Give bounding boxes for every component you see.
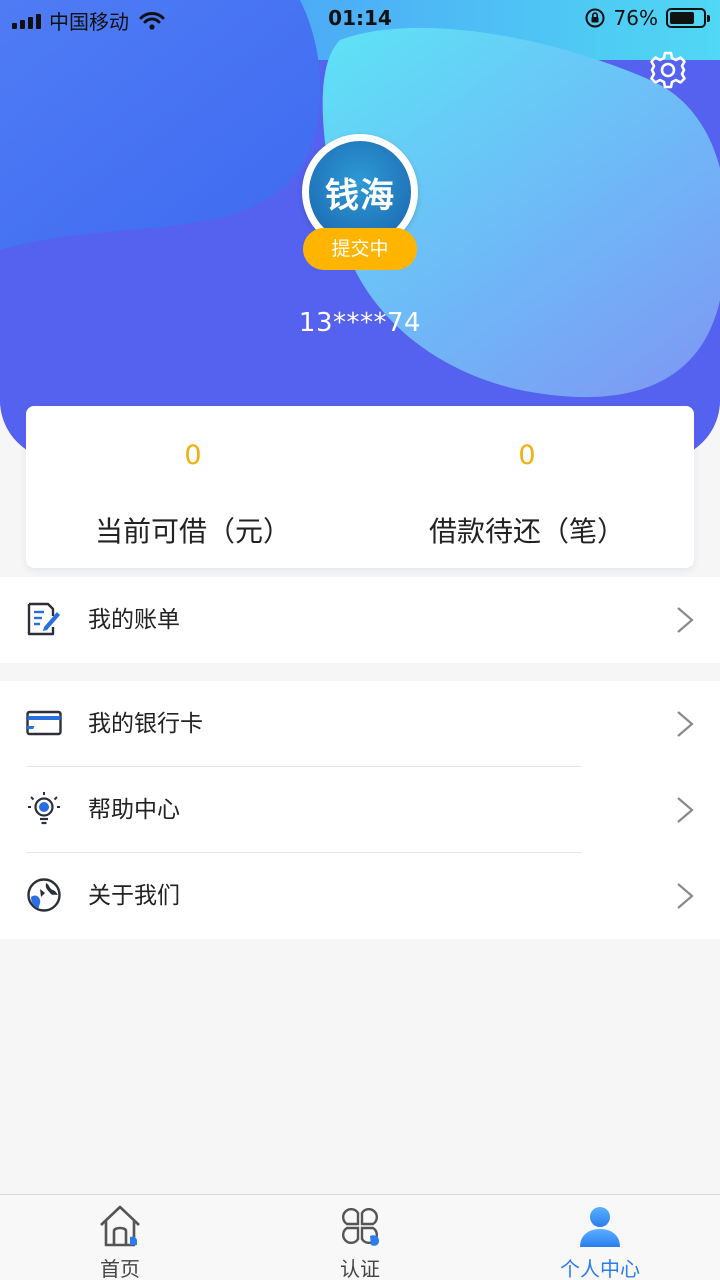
menu-item-bill-label: 我的账单 [88,607,180,633]
menu-item-bank-card-label: 我的银行卡 [88,711,203,737]
stat-available-label: 当前可借（元） [94,515,291,548]
menu-item-about-label: 关于我们 [88,883,180,909]
person-icon [580,1207,620,1247]
tab-profile-label: 个人中心 [560,1257,640,1280]
tab-bar: 首页 认证 个人中心 [0,1194,720,1280]
home-icon [100,1205,140,1247]
menu-item-bill[interactable]: 我的账单 [0,577,720,663]
menu-item-help-label: 帮助中心 [88,797,180,823]
stats-card: 0 当前可借（元） 0 借款待还（笔） [26,406,694,568]
document-edit-icon [27,602,60,636]
stat-pending-value: 0 [518,440,536,471]
status-bar: 中国移动 01:14 76% [0,0,720,38]
tab-profile[interactable]: 个人中心 [480,1195,720,1280]
stat-pending-label: 借款待还（笔） [428,515,625,548]
orientation-lock-icon [585,8,605,28]
chevron-right-icon [677,883,694,909]
avatar-logo-text: 钱海 [325,175,395,216]
stat-available-value: 0 [184,440,202,471]
bank-card-icon [26,710,62,736]
battery-icon [666,8,710,28]
tab-home-label: 首页 [100,1257,140,1280]
chevron-right-icon [677,607,694,633]
chevron-right-icon [677,711,694,737]
menu-group-bill: 我的账单 [0,577,720,663]
globe-icon [27,878,61,912]
battery-percent: 76% [613,6,658,30]
stat-available[interactable]: 0 当前可借（元） [26,406,360,568]
clover-icon [342,1208,379,1246]
settings-button[interactable] [648,50,688,90]
menu-group-main: 我的银行卡 帮助中心 关于我们 [0,681,720,939]
menu-item-help[interactable]: 帮助中心 [0,767,720,853]
chevron-right-icon [677,797,694,823]
menu-item-about[interactable]: 关于我们 [0,853,720,939]
tab-verify[interactable]: 认证 [240,1195,480,1280]
menu-item-bank-card[interactable]: 我的银行卡 [0,681,720,767]
phone-number: 13****74 [298,308,422,338]
tab-verify-label: 认证 [340,1257,380,1280]
status-badge: 提交中 [303,228,417,270]
tab-home[interactable]: 首页 [0,1195,240,1280]
stat-pending[interactable]: 0 借款待还（笔） [360,406,694,568]
lightbulb-icon [28,792,60,825]
gear-icon [650,51,686,89]
